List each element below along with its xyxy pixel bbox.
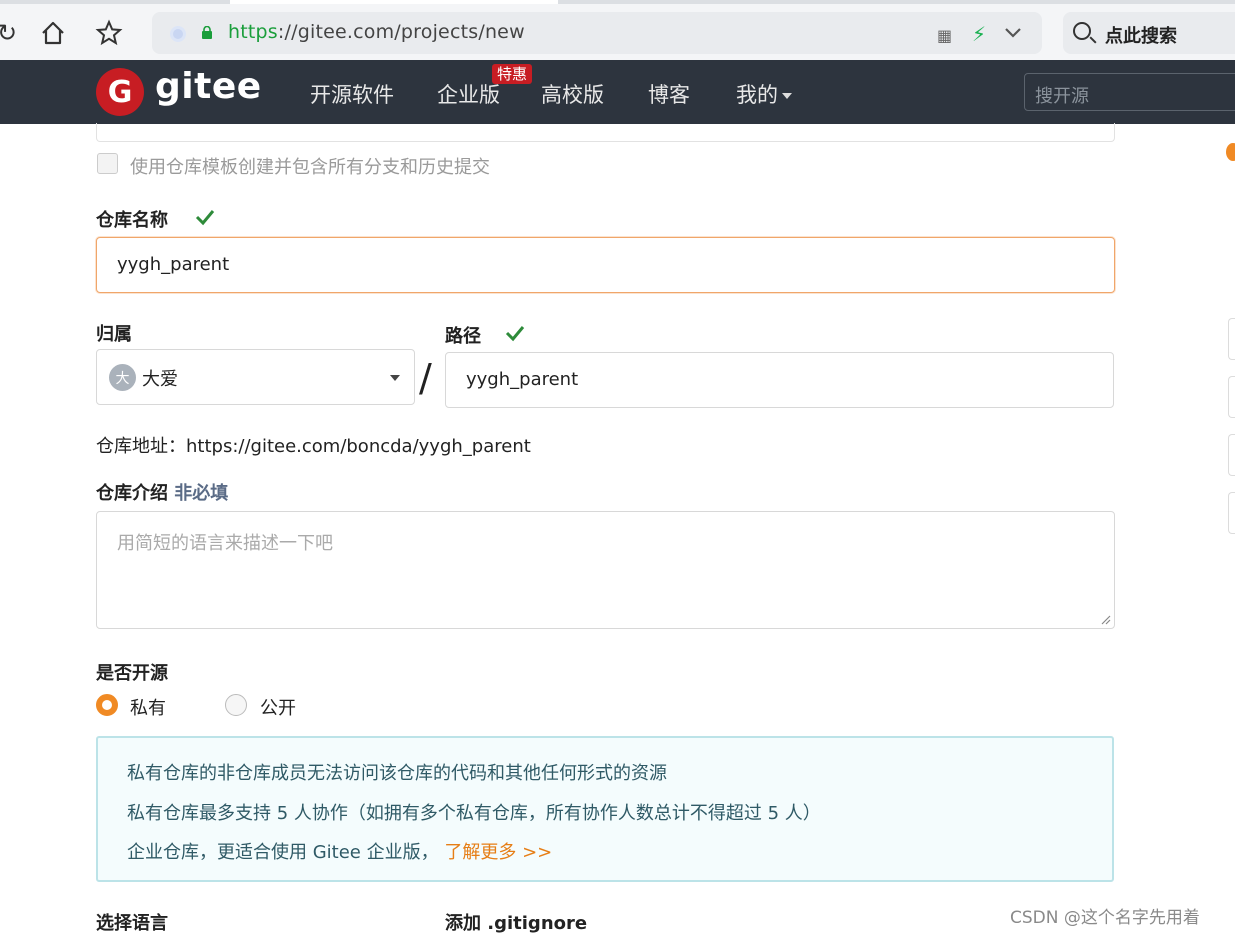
private-radio-label[interactable]: 私有 — [130, 694, 166, 720]
public-radio[interactable] — [225, 694, 247, 716]
avatar: 大 — [109, 364, 136, 391]
notice-line: 私有仓库最多支持 5 人协作（如拥有多个私有仓库，所有协作人数总计不得超过 5 … — [127, 803, 821, 824]
opensource-label: 是否开源 — [96, 663, 168, 684]
notice-line: 企业仓库，更适合使用 Gitee 企业版， 了解更多 >> — [127, 838, 552, 864]
site-header: G gitee 开源软件 企业版 特惠 高校版 博客 我的 搜开源 — [0, 60, 1235, 124]
home-icon[interactable] — [38, 18, 68, 48]
sidebar-box[interactable] — [1228, 492, 1235, 534]
gitee-logo-icon[interactable]: G — [96, 68, 144, 116]
resize-handle-icon[interactable] — [1099, 613, 1111, 625]
sidebar-dot-icon — [1226, 143, 1235, 161]
intro-textarea[interactable]: 用简短的语言来描述一下吧 — [96, 511, 1115, 629]
url-scheme: https — [228, 21, 278, 43]
previous-field-edge — [96, 123, 1115, 142]
check-icon — [505, 326, 525, 342]
nav-blog[interactable]: 博客 — [648, 79, 690, 109]
tab-strip — [0, 0, 1235, 4]
repo-name-input[interactable]: yygh_parent — [96, 237, 1115, 293]
intro-placeholder: 用简短的语言来描述一下吧 — [117, 533, 333, 554]
notice-line: 私有仓库的非仓库成员无法访问该仓库的代码和其他任何形式的资源 — [127, 763, 667, 784]
gitignore-label: 添加 .gitignore — [445, 913, 588, 934]
address-bar[interactable]: https://gitee.com/projects/new ▦ ⚡ — [152, 12, 1042, 54]
learn-more-link[interactable]: 了解更多 >> — [444, 842, 552, 863]
template-checkbox-label: 使用仓库模板创建并包含所有分支和历史提交 — [130, 157, 490, 178]
gitee-logo-text[interactable]: gitee — [155, 66, 262, 107]
lightning-icon[interactable]: ⚡ — [972, 22, 986, 46]
caret-down-icon — [782, 93, 792, 99]
nav-open-source[interactable]: 开源软件 — [310, 79, 394, 109]
owner-label: 归属 — [96, 324, 132, 345]
path-input[interactable]: yygh_parent — [445, 352, 1114, 408]
url-text[interactable]: https://gitee.com/projects/new — [228, 21, 525, 43]
nav-mine-label: 我的 — [736, 83, 778, 107]
intro-label: 仓库介绍 非必填 — [96, 479, 228, 505]
header-search-input[interactable]: 搜开源 — [1024, 73, 1235, 111]
logo-letter: G — [107, 74, 133, 110]
owner-value: 大爱 — [142, 369, 178, 390]
optional-hint: 非必填 — [174, 483, 229, 504]
bookmark-star-icon[interactable] — [94, 18, 124, 48]
intro-label-text: 仓库介绍 — [96, 483, 168, 504]
search-icon — [1073, 22, 1091, 40]
qr-code-icon[interactable]: ▦ — [937, 26, 952, 45]
header-search-placeholder: 搜开源 — [1035, 86, 1089, 107]
private-radio[interactable] — [96, 694, 118, 716]
check-icon — [195, 210, 215, 226]
nav-mine[interactable]: 我的 — [736, 79, 792, 109]
sidebar-box[interactable] — [1228, 376, 1235, 418]
browser-search-box[interactable]: 点此搜索 — [1063, 12, 1235, 54]
dropdown-arrow-icon — [390, 375, 400, 381]
lock-icon — [202, 26, 212, 39]
avatar-initial: 大 — [115, 370, 130, 387]
repo-address: 仓库地址：https://gitee.com/boncda/yygh_paren… — [96, 436, 531, 457]
active-tab[interactable] — [230, 0, 558, 4]
repo-name-value: yygh_parent — [117, 254, 230, 275]
site-shield-icon[interactable] — [170, 26, 186, 42]
path-value: yygh_parent — [466, 369, 579, 390]
path-label: 路径 — [445, 326, 481, 347]
sidebar-box[interactable] — [1228, 434, 1235, 476]
chevron-down-icon[interactable] — [1004, 20, 1022, 49]
nav-education[interactable]: 高校版 — [541, 79, 604, 109]
csdn-watermark: CSDN @这个名字先用着 — [1010, 908, 1200, 928]
owner-select[interactable]: 大 大爱 — [96, 349, 415, 405]
template-checkbox[interactable] — [97, 153, 118, 174]
repo-name-label: 仓库名称 — [96, 210, 168, 231]
url-path: ://gitee.com/projects/new — [277, 21, 525, 43]
browser-toolbar: ↻ https://gitee.com/projects/new ▦ ⚡ 点此搜… — [0, 0, 1235, 60]
nav-enterprise[interactable]: 企业版 — [437, 79, 500, 109]
notice-line-text: 企业仓库，更适合使用 Gitee 企业版， — [127, 842, 439, 863]
promo-badge: 特惠 — [492, 64, 533, 84]
public-radio-label[interactable]: 公开 — [260, 694, 296, 720]
language-label: 选择语言 — [96, 913, 168, 934]
reload-icon[interactable]: ↻ — [0, 18, 22, 48]
browser-search-label: 点此搜索 — [1105, 26, 1177, 47]
path-separator: / — [419, 356, 432, 400]
private-notice-box: 私有仓库的非仓库成员无法访问该仓库的代码和其他任何形式的资源 私有仓库最多支持 … — [96, 736, 1114, 882]
sidebar-box[interactable] — [1228, 318, 1235, 360]
